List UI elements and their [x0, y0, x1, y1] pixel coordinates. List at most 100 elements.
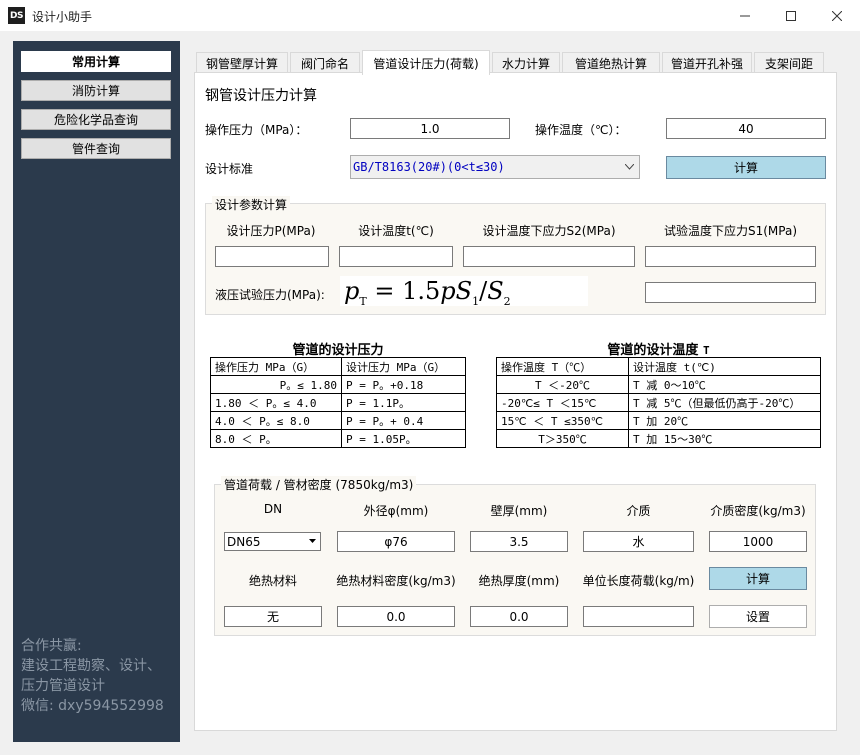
design-pressure-header: 设计压力P(MPa) — [226, 224, 316, 238]
tab-valve-naming[interactable]: 阀门命名 — [290, 52, 360, 73]
table-row: -20℃≤ T ＜15℃ T 减 5℃（但最低仍高于-20℃） — [496, 393, 821, 412]
table-cell: P。≤ 1.80 — [210, 375, 342, 394]
maximize-icon — [786, 10, 796, 21]
footer-line: 压力管道设计 — [21, 678, 105, 694]
standard-select[interactable]: GB/T8163(20#)(0<t≤30) — [350, 155, 640, 179]
formula-p-lhs: p — [344, 277, 360, 305]
formula-sub-t: T — [359, 294, 367, 308]
op-temp-label: 操作温度（℃）： — [535, 123, 627, 137]
settings-button[interactable]: 设置 — [709, 605, 807, 628]
chevron-down-icon — [625, 164, 634, 170]
table-row: 操作温度 T（℃） 设计温度 t(℃) — [496, 357, 821, 376]
sidebar-item-common-calc[interactable]: 常用计算 — [21, 51, 171, 72]
design-params-title: 设计参数计算 — [212, 196, 291, 213]
tab-hydraulic-calc[interactable]: 水力计算 — [492, 52, 560, 73]
table-cell: P = P。+0.18 — [341, 375, 466, 394]
hydro-formula: pT = 1.5pS1/S2 — [340, 276, 588, 308]
insulation-header: 绝热材料 — [248, 574, 297, 588]
standard-select-value: GB/T8163(20#)(0<t≤30) — [353, 160, 505, 174]
pipe-load-title: 管道荷载 / 管材密度 (7850kg/m3) — [221, 476, 417, 493]
medium-density-field[interactable]: 1000 — [709, 531, 807, 552]
footer-line: 合作共赢: — [21, 638, 82, 654]
medium-field[interactable]: 水 — [583, 531, 694, 552]
test-stress-s1-field[interactable] — [645, 246, 816, 267]
insulation-density-header: 绝热材料密度(kg/m3) — [336, 574, 456, 588]
dn-select[interactable]: DN65 — [224, 532, 321, 551]
close-button[interactable] — [814, 0, 860, 31]
formula-sub-2: 2 — [503, 294, 511, 308]
sidebar-item-hazchem-query[interactable]: 危险化学品查询 — [21, 109, 171, 130]
table-cell: -20℃≤ T ＜15℃ — [496, 393, 629, 412]
dn-header: DN — [263, 502, 283, 516]
medium-header: 介质 — [626, 504, 651, 518]
table-cell: T 加 20℃ — [628, 411, 821, 430]
wall-thickness-field[interactable]: 3.5 — [470, 531, 568, 552]
table-header-cell: 操作温度 T（℃） — [496, 357, 629, 376]
footer-line: 建设工程勘察、设计、 — [21, 658, 161, 674]
formula-s2: S — [487, 277, 504, 305]
table-cell: T 减 0～10℃ — [628, 375, 821, 394]
hydro-test-label: 液压试验压力(MPa): — [215, 288, 325, 302]
table-cell: 15℃ ＜ T ≤350℃ — [496, 411, 629, 430]
table-cell: P = 1.1P。 — [341, 393, 466, 412]
design-stress-s2-field[interactable] — [463, 246, 635, 267]
temp-table-title: 管道的设计温度 T — [496, 339, 821, 358]
close-icon — [832, 10, 842, 21]
maximize-button[interactable] — [768, 0, 814, 31]
design-temp-field[interactable] — [339, 246, 453, 267]
insulation-thickness-field[interactable]: 0.0 — [470, 606, 568, 627]
standard-label: 设计标准 — [205, 162, 254, 176]
sidebar-item-fire-calc[interactable]: 消防计算 — [21, 80, 171, 101]
calculate-button[interactable]: 计算 — [666, 156, 826, 179]
table-cell: P = P。+ 0.4 — [341, 411, 466, 430]
medium-density-header: 介质密度(kg/m3) — [710, 504, 806, 518]
unit-load-field[interactable] — [583, 606, 694, 627]
dropdown-button[interactable] — [305, 534, 319, 549]
sidebar-item-fittings-query[interactable]: 管件查询 — [21, 138, 171, 159]
dropdown-arrow-icon — [308, 539, 316, 543]
outer-diameter-field[interactable]: φ76 — [337, 531, 455, 552]
sidebar-footer: 合作共赢: 建设工程勘察、设计、 压力管道设计 微信: dxy594552998 — [21, 636, 164, 716]
pressure-table: 操作压力 MPa（G） 设计压力 MPa（G） P。≤ 1.80 P = P。+… — [210, 357, 466, 448]
wall-thickness-header: 壁厚(mm) — [490, 504, 548, 518]
table-row: 1.80 ＜ P。≤ 4.0 P = 1.1P。 — [210, 393, 466, 412]
tab-opening-reinforcement[interactable]: 管道开孔补强 — [662, 52, 752, 73]
section-title: 钢管设计压力计算 — [205, 88, 317, 104]
tab-insulation-calc[interactable]: 管道绝热计算 — [562, 52, 660, 73]
insulation-field[interactable]: 无 — [224, 606, 322, 627]
table-cell: T 减 5℃（但最低仍高于-20℃） — [628, 393, 821, 412]
load-calculate-button[interactable]: 计算 — [709, 567, 807, 590]
insulation-thickness-header: 绝热厚度(mm) — [478, 574, 560, 588]
tab-support-spacing[interactable]: 支架间距 — [754, 52, 824, 73]
temp-table-title-suffix: T — [702, 344, 710, 357]
temp-table: 操作温度 T（℃） 设计温度 t(℃) T ＜-20℃ T 减 0～10℃ -2… — [496, 357, 821, 448]
table-header-cell: 操作压力 MPa（G） — [210, 357, 342, 376]
tab-pipe-wall-thickness[interactable]: 钢管壁厚计算 — [196, 52, 288, 73]
table-header-cell: 设计温度 t(℃) — [628, 357, 821, 376]
table-cell: 8.0 ＜ P。 — [210, 429, 342, 448]
table-header-cell: 设计压力 MPa（G） — [341, 357, 466, 376]
table-cell: 4.0 ＜ P。≤ 8.0 — [210, 411, 342, 430]
formula-p: p — [440, 277, 456, 305]
design-pressure-field[interactable] — [215, 246, 329, 267]
table-cell: T 加 15～30℃ — [628, 429, 821, 448]
table-row: 操作压力 MPa（G） 设计压力 MPa（G） — [210, 357, 466, 376]
insulation-density-field[interactable]: 0.0 — [337, 606, 455, 627]
test-stress-s1-header: 试验温度下应力S1(MPa) — [663, 224, 798, 238]
op-temp-input[interactable]: 40 — [666, 118, 826, 139]
table-row: P。≤ 1.80 P = P。+0.18 — [210, 375, 466, 394]
hydro-test-field[interactable] — [645, 282, 816, 303]
tab-design-pressure[interactable]: 管道设计压力(荷载) — [362, 50, 490, 75]
table-cell: T＞350℃ — [496, 429, 629, 448]
table-row: 8.0 ＜ P。 P = 1.05P。 — [210, 429, 466, 448]
title-bar: DS 设计小助手 — [0, 0, 860, 31]
temp-table-title-text: 管道的设计温度 — [607, 343, 699, 358]
outer-diameter-header: 外径φ(mm) — [363, 504, 429, 518]
op-pressure-input[interactable]: 1.0 — [350, 118, 510, 139]
table-cell: P = 1.05P。 — [341, 429, 466, 448]
minimize-button[interactable] — [722, 0, 768, 31]
unit-load-header: 单位长度荷载(kg/m) — [582, 574, 695, 588]
formula-eq: = — [374, 277, 395, 305]
table-row: T＞350℃ T 加 15～30℃ — [496, 429, 821, 448]
dn-select-value: DN65 — [227, 535, 261, 549]
